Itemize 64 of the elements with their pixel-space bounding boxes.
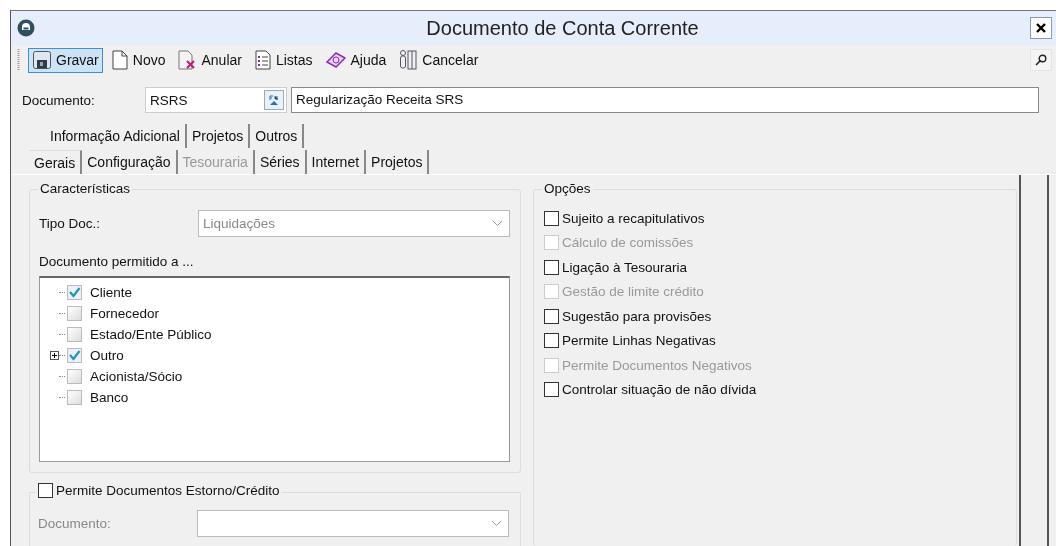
- toolbar-button[interactable]: Cancelar: [394, 47, 483, 73]
- checkbox[interactable]: [67, 390, 82, 405]
- tree-item-label[interactable]: Cliente: [90, 285, 133, 300]
- chevron-down-icon: [492, 220, 503, 227]
- search-icon: [1035, 54, 1047, 66]
- group-title: Opções: [542, 181, 593, 196]
- tab[interactable]: Outros: [250, 124, 305, 148]
- checkbox[interactable]: [544, 210, 559, 226]
- window-title: Documento de Conta Corrente: [425, 16, 700, 40]
- doc-type-value: Liquidações: [203, 216, 276, 231]
- document-label: Documento:: [22, 92, 96, 108]
- checkbox[interactable]: [67, 327, 82, 342]
- checkbox[interactable]: [67, 285, 82, 300]
- document-dropdown[interactable]: [197, 510, 509, 537]
- person-door-icon: [398, 49, 419, 71]
- document-label: Documento:: [38, 516, 112, 531]
- tab[interactable]: Séries: [254, 150, 307, 174]
- tab[interactable]: Configuração: [82, 150, 178, 174]
- search-button[interactable]: [1030, 49, 1052, 71]
- doc-type-label: Tipo Doc.:: [39, 216, 102, 231]
- close-button[interactable]: [1030, 17, 1052, 39]
- checkbox[interactable]: [544, 333, 559, 349]
- checkbox[interactable]: [67, 348, 82, 363]
- checkbox-label[interactable]: Permite Linhas Negativas: [562, 333, 716, 349]
- checkbox-label[interactable]: Ligação à Tesouraria: [562, 259, 688, 275]
- toolbar-button[interactable]: Gravar: [28, 47, 103, 73]
- document-code-value: RSRS: [150, 92, 188, 108]
- tree-item-label[interactable]: Acionista/Sócio: [90, 369, 183, 384]
- lookup-icon: [268, 94, 280, 106]
- help-book-icon: [324, 50, 347, 70]
- toolbar-button[interactable]: Novo: [106, 47, 170, 73]
- tab[interactable]: Informação Adicional: [45, 124, 187, 148]
- chevron-down-icon: [491, 520, 502, 527]
- tree-item-label[interactable]: Outro: [90, 348, 124, 363]
- checkbox[interactable]: [67, 306, 82, 321]
- checkbox-label[interactable]: Sujeito a recapitulativos: [562, 210, 705, 226]
- tab[interactable]: Gerais: [29, 150, 83, 174]
- toolbar-grip[interactable]: [17, 49, 20, 71]
- group-title: Características: [38, 181, 133, 196]
- allowed-for-label: Documento permitido a ...: [39, 254, 195, 269]
- close-icon: [1035, 22, 1047, 34]
- document-x-icon: [177, 50, 198, 70]
- document-description-field[interactable]: Regularização Receita SRS: [291, 87, 1039, 113]
- lookup-button[interactable]: [264, 90, 284, 110]
- tree-item-label[interactable]: Estado/Ente Público: [90, 327, 212, 342]
- document-code-field[interactable]: RSRS: [145, 87, 287, 113]
- toolbar-button[interactable]: Ajuda: [320, 47, 391, 73]
- toolbar-button[interactable]: Anular: [173, 47, 246, 73]
- checkbox[interactable]: [67, 369, 82, 384]
- expand-icon[interactable]: [50, 351, 59, 360]
- checkbox-label[interactable]: Sugestão para provisões: [562, 308, 712, 324]
- tab[interactable]: Projetos: [186, 124, 251, 148]
- blank-document-icon: [110, 50, 129, 70]
- checkbox[interactable]: [544, 308, 559, 324]
- toolbar-button[interactable]: Listas: [249, 47, 317, 73]
- checkbox[interactable]: [544, 382, 559, 398]
- tree-item-label[interactable]: Banco: [90, 390, 129, 405]
- list-document-icon: [253, 50, 272, 70]
- tab[interactable]: Internet: [306, 150, 367, 174]
- checkbox-label[interactable]: Controlar situação de não dívida: [562, 382, 757, 398]
- tree-item-label[interactable]: Fornecedor: [90, 306, 160, 321]
- checkbox[interactable]: [544, 259, 559, 275]
- app-logo-icon: [17, 19, 35, 37]
- tab[interactable]: Projetos: [366, 150, 430, 174]
